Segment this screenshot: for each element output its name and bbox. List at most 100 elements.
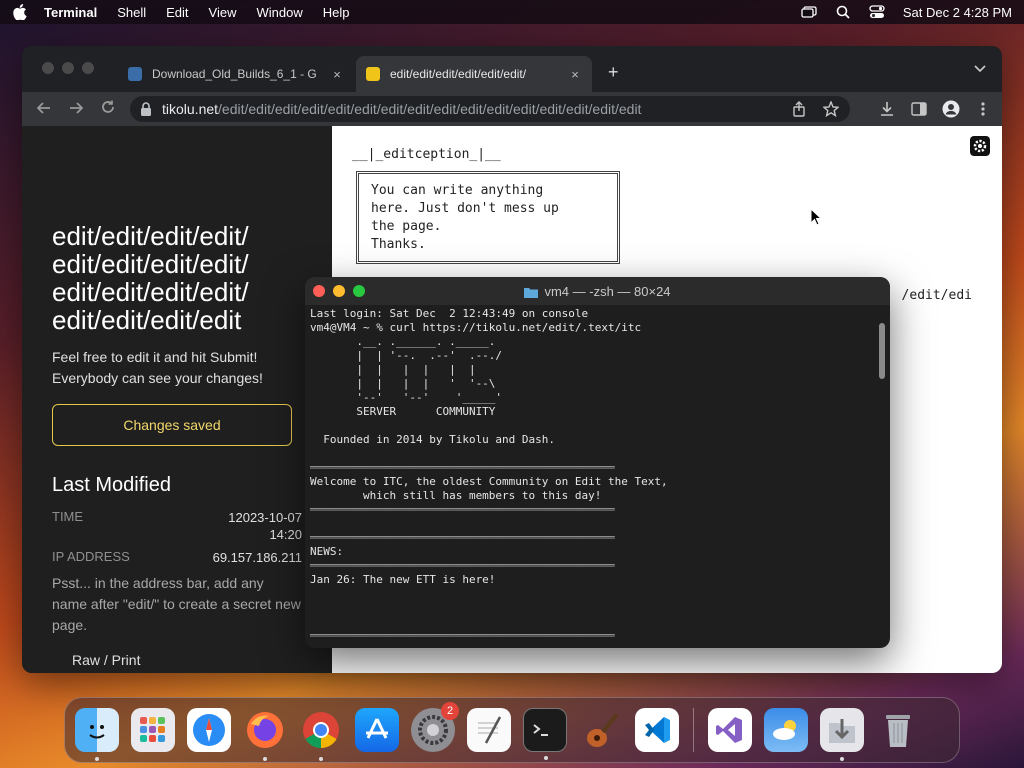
raw-print-link[interactable]: Raw / Print <box>72 652 140 668</box>
chrome-icon[interactable] <box>299 708 343 761</box>
side-panel-icon[interactable] <box>910 100 928 118</box>
bookmark-star-icon[interactable] <box>822 100 840 118</box>
ip-row: IP ADDRESS 69.157.186.211 <box>52 549 302 565</box>
zoom-button[interactable] <box>353 285 365 297</box>
textedit-icon[interactable] <box>467 708 511 752</box>
description-line: Everybody can see your changes! <box>52 370 263 386</box>
time-clock: 14:20 <box>269 527 302 542</box>
running-indicator <box>95 757 99 761</box>
menu-shell[interactable]: Shell <box>117 5 146 20</box>
description-line: Feel free to edit it and hit Submit! <box>52 349 258 365</box>
tab-download-old-builds[interactable]: Download_Old_Builds_6_1 - G × <box>118 56 354 92</box>
downloads-icon[interactable] <box>878 100 896 118</box>
toolbar-actions <box>790 100 992 118</box>
terminal-output[interactable]: Last login: Sat Dec 2 12:43:49 on consol… <box>310 307 870 647</box>
terminal-scrollbar[interactable] <box>877 307 887 647</box>
menu-window[interactable]: Window <box>257 5 303 20</box>
terminal-line: .__. .______. ._____. <box>310 335 496 348</box>
time-row: TIME 12023-10-07 14:20 <box>52 509 302 542</box>
trash-icon[interactable] <box>876 708 920 752</box>
close-window-button[interactable] <box>42 62 54 74</box>
launchpad-icon[interactable] <box>131 708 175 752</box>
sidebar: edit/edit/edit/edit/ edit/edit/edit/edit… <box>22 126 332 673</box>
terminal-line: which still has members to this day! <box>310 489 602 502</box>
tab-title: Download_Old_Builds_6_1 - G <box>152 67 317 81</box>
running-indicator <box>544 756 548 760</box>
terminal-window-controls <box>313 285 365 297</box>
terminal-line: ════════════════════════════════════════… <box>310 503 615 516</box>
menu-edit[interactable]: Edit <box>166 5 188 20</box>
github-favicon-icon <box>128 67 142 81</box>
spotlight-search-icon[interactable] <box>835 5 851 19</box>
tab-title: edit/edit/edit/edit/edit/edit/ <box>390 67 527 81</box>
close-button[interactable] <box>313 285 325 297</box>
edit-favicon-icon <box>366 67 380 81</box>
scrollbar-thumb[interactable] <box>879 323 885 379</box>
new-tab-button[interactable]: + <box>608 62 619 83</box>
zoom-window-button[interactable] <box>82 62 94 74</box>
time-date: 12023-10-07 <box>228 510 302 525</box>
terminal-window[interactable]: vm4 — -zsh — 80×24 Last login: Sat Dec 2… <box>305 277 890 648</box>
downloads-folder-icon[interactable] <box>820 708 864 761</box>
share-icon[interactable] <box>790 100 808 118</box>
terminal-line: Last login: Sat Dec 2 12:43:49 on consol… <box>310 307 589 320</box>
minimize-button[interactable] <box>333 285 345 297</box>
reload-icon[interactable] <box>92 100 124 118</box>
forward-arrow-icon[interactable] <box>60 101 92 118</box>
control-center-icon[interactable] <box>869 5 885 19</box>
notice-line: Thanks. <box>371 237 426 252</box>
vscode-icon[interactable] <box>635 708 679 752</box>
profile-avatar-icon[interactable] <box>942 100 960 118</box>
system-settings-icon[interactable]: 2 <box>411 702 459 752</box>
terminal-line: SERVER COMMUNITY <box>310 405 496 418</box>
url-host: tikolu.net <box>162 101 219 117</box>
lock-icon[interactable] <box>140 102 154 116</box>
apple-icon[interactable] <box>12 4 28 20</box>
visual-studio-icon[interactable] <box>708 708 752 752</box>
menu-clock[interactable]: Sat Dec 2 4:28 PM <box>903 5 1012 20</box>
firefox-icon[interactable] <box>243 708 287 761</box>
running-indicator <box>263 757 267 761</box>
screen-mirroring-icon[interactable] <box>801 5 817 19</box>
settings-gear-icon[interactable] <box>970 136 990 156</box>
menu-app-name[interactable]: Terminal <box>44 5 97 20</box>
terminal-line: ════════════════════════════════════════… <box>310 461 615 474</box>
mouse-cursor-icon <box>810 207 823 226</box>
secret-page-hint: Psst... in the address bar, add any name… <box>52 575 301 633</box>
tab-search-chevron-icon[interactable] <box>974 62 986 76</box>
back-arrow-icon[interactable] <box>28 101 60 118</box>
time-label: TIME <box>52 509 84 524</box>
minimize-window-button[interactable] <box>62 62 74 74</box>
notice-box: You can write anything here. Just don't … <box>356 171 620 264</box>
terminal-title: vm4 — -zsh — 80×24 <box>544 283 671 299</box>
menu-bar: Terminal Shell Edit View Window Help Sat… <box>0 0 1024 24</box>
garageband-icon[interactable] <box>579 708 623 752</box>
tab-strip: Download_Old_Builds_6_1 - G × edit/edit/… <box>22 46 1002 92</box>
menu-view[interactable]: View <box>209 5 237 20</box>
page-title: edit/edit/edit/edit/ edit/edit/edit/edit… <box>52 221 249 335</box>
finder-icon[interactable] <box>75 708 119 761</box>
notification-badge: 2 <box>441 702 459 720</box>
terminal-titlebar[interactable]: vm4 — -zsh — 80×24 <box>305 277 890 305</box>
safari-icon[interactable] <box>187 708 231 752</box>
terminal-line: ════════════════════════════════════════… <box>310 531 615 544</box>
dock-separator <box>693 708 694 752</box>
terminal-icon[interactable] <box>523 708 567 760</box>
tab-close-icon[interactable]: × <box>330 67 344 82</box>
weather-icon[interactable] <box>764 708 808 752</box>
more-menu-icon[interactable] <box>974 100 992 118</box>
last-modified-heading: Last Modified <box>52 474 171 496</box>
tab-close-icon[interactable]: × <box>568 67 582 82</box>
app-store-icon[interactable] <box>355 708 399 752</box>
window-controls <box>42 62 94 74</box>
terminal-line: | | | | ' '--\ <box>310 377 496 390</box>
terminal-line: Jan 26: The new ETT is here! <box>310 573 496 586</box>
menu-help[interactable]: Help <box>323 5 350 20</box>
terminal-line: ════════════════════════════════════════… <box>310 559 615 572</box>
tab-edit-page[interactable]: edit/edit/edit/edit/edit/edit/ × <box>356 56 592 92</box>
changes-saved-button[interactable]: Changes saved <box>52 404 292 446</box>
address-bar[interactable]: tikolu.net/edit/edit/edit/edit/edit/edit… <box>130 96 850 122</box>
terminal-line: NEWS: <box>310 545 344 558</box>
url-path: /edit/edit/edit/edit/edit/edit/edit/edit… <box>218 101 642 117</box>
